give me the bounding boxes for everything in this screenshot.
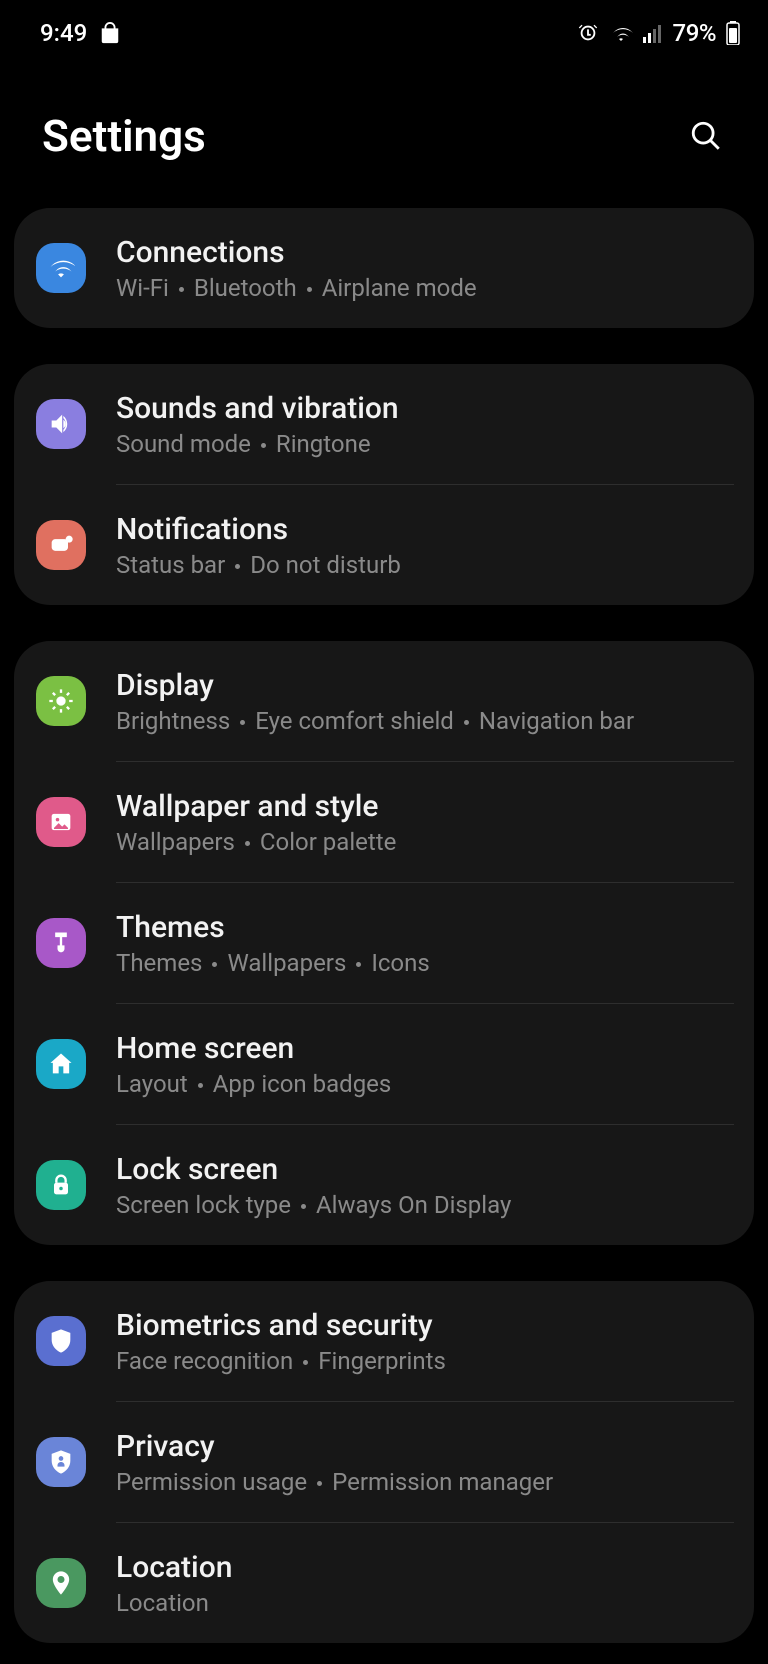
settings-group: Biometrics and security Face recognitionF… [14,1281,754,1643]
item-body: Home screen LayoutApp icon badges [116,1031,734,1098]
item-body: Sounds and vibration Sound modeRingtone [116,391,734,458]
sun-icon [36,676,86,726]
settings-item-sounds[interactable]: Sounds and vibration Sound modeRingtone [14,364,754,484]
search-icon [689,119,723,153]
item-body: Connections Wi-FiBluetoothAirplane mode [116,235,734,302]
item-title: Sounds and vibration [116,391,734,426]
settings-item-connections[interactable]: Connections Wi-FiBluetoothAirplane mode [14,208,754,328]
item-subtitle: Sound modeRingtone [116,430,734,458]
item-title: Privacy [116,1429,734,1464]
home-icon [36,1039,86,1089]
settings-item-wallpaper[interactable]: Wallpaper and style WallpapersColor palet… [14,762,754,882]
notif-icon [36,520,86,570]
item-title: Display [116,668,734,703]
settings-group: Display BrightnessEye comfort shieldNavig… [14,641,754,1245]
status-time: 9:49 [40,19,87,47]
page-title: Settings [42,110,206,162]
wifi-icon [36,243,86,293]
signal-icon [643,23,663,43]
settings-group: Connections Wi-FiBluetoothAirplane mode [14,208,754,328]
brush-icon [36,918,86,968]
item-title: Themes [116,910,734,945]
item-subtitle: WallpapersColor palette [116,828,734,856]
battery-icon [726,21,740,45]
status-bar: 9:49 79% [0,0,768,56]
item-body: Biometrics and security Face recognitionF… [116,1308,734,1375]
settings-item-lockscreen[interactable]: Lock screen Screen lock typeAlways On Dis… [14,1125,754,1245]
settings-item-notifications[interactable]: Notifications Status barDo not disturb [14,485,754,605]
alarm-icon [577,22,599,44]
item-subtitle: Wi-FiBluetoothAirplane mode [116,274,734,302]
settings-item-themes[interactable]: Themes ThemesWallpapersIcons [14,883,754,1003]
item-subtitle: BrightnessEye comfort shieldNavigation b… [116,707,734,735]
item-title: Lock screen [116,1152,734,1187]
item-subtitle: ThemesWallpapersIcons [116,949,734,977]
picture-icon [36,797,86,847]
item-body: Themes ThemesWallpapersIcons [116,910,734,977]
search-button[interactable] [686,116,726,156]
item-body: Lock screen Screen lock typeAlways On Dis… [116,1152,734,1219]
item-title: Home screen [116,1031,734,1066]
item-body: Location Location [116,1550,734,1617]
settings-list: Connections Wi-FiBluetoothAirplane mode So… [0,208,768,1643]
item-title: Notifications [116,512,734,547]
item-title: Location [116,1550,734,1585]
item-subtitle: Screen lock typeAlways On Display [116,1191,734,1219]
item-title: Connections [116,235,734,270]
battery-percent: 79% [673,19,716,47]
item-body: Display BrightnessEye comfort shieldNavig… [116,668,734,735]
wifi-status-icon [609,23,633,43]
settings-item-biometrics[interactable]: Biometrics and security Face recognitionF… [14,1281,754,1401]
privacy-icon [36,1437,86,1487]
settings-header: Settings [0,56,768,208]
item-body: Notifications Status barDo not disturb [116,512,734,579]
shopping-bag-icon [99,22,121,44]
volume-icon [36,399,86,449]
item-subtitle: Location [116,1589,734,1617]
settings-item-display[interactable]: Display BrightnessEye comfort shieldNavig… [14,641,754,761]
settings-item-homescreen[interactable]: Home screen LayoutApp icon badges [14,1004,754,1124]
lock-icon [36,1160,86,1210]
item-body: Privacy Permission usagePermission manage… [116,1429,734,1496]
settings-item-privacy[interactable]: Privacy Permission usagePermission manage… [14,1402,754,1522]
item-subtitle: Permission usagePermission manager [116,1468,734,1496]
pin-icon [36,1558,86,1608]
item-title: Biometrics and security [116,1308,734,1343]
settings-group: Sounds and vibration Sound modeRingtone No… [14,364,754,605]
item-body: Wallpaper and style WallpapersColor palet… [116,789,734,856]
item-title: Wallpaper and style [116,789,734,824]
settings-item-location[interactable]: Location Location [14,1523,754,1643]
item-subtitle: LayoutApp icon badges [116,1070,734,1098]
item-subtitle: Face recognitionFingerprints [116,1347,734,1375]
shield-icon [36,1316,86,1366]
item-subtitle: Status barDo not disturb [116,551,734,579]
